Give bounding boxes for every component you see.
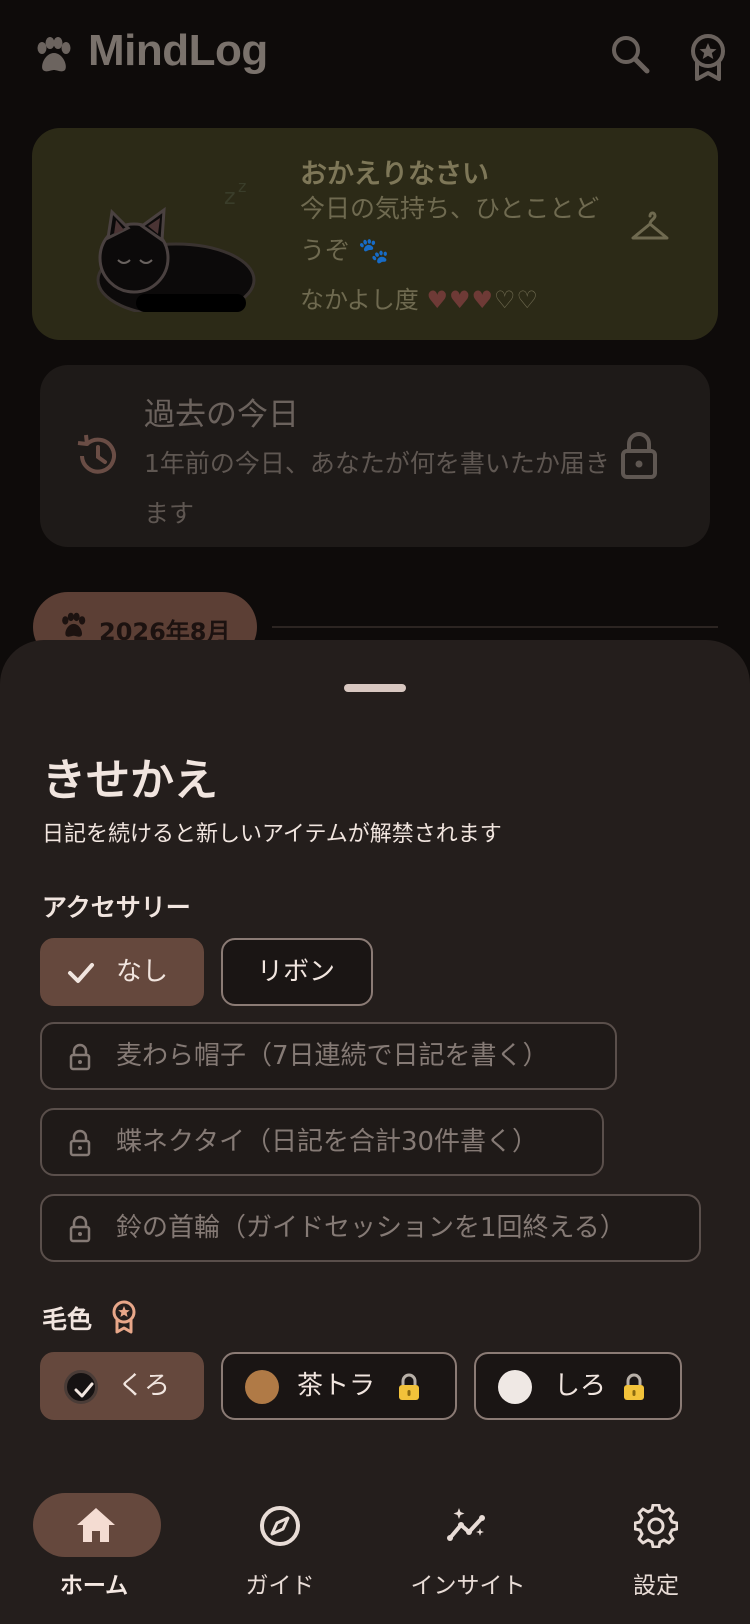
hanger-icon[interactable]	[628, 208, 672, 248]
memory-description: 1年前の今日、あなたが何を書いたか届きます	[144, 449, 610, 528]
divider	[272, 626, 718, 628]
svg-text:z: z	[238, 182, 246, 196]
affinity-hearts-full: ♥♥♥	[426, 286, 494, 314]
lock-icon	[621, 432, 657, 479]
lock-icon	[69, 1129, 91, 1157]
fur-chip-black[interactable]: くろ	[40, 1352, 204, 1420]
lock-icon	[399, 1373, 419, 1400]
paw-icon	[37, 37, 71, 72]
accessory-section-label: アクセサリー	[42, 893, 191, 922]
drag-handle[interactable]	[344, 684, 406, 692]
affinity-label: なかよし度	[300, 286, 419, 314]
paw-icon	[62, 612, 86, 637]
bottom-navigation: ホーム ガイド インサイト 設定	[0, 1460, 750, 1624]
fur-swatch	[64, 1370, 98, 1404]
accessory-chip-none[interactable]: なし	[40, 938, 204, 1006]
award-icon[interactable]	[686, 32, 730, 82]
nav-label: インサイト	[410, 1573, 526, 1599]
nav-label: ホーム	[59, 1573, 129, 1599]
nav-settings[interactable]: 設定	[566, 1460, 746, 1599]
fur-chip-white[interactable]: しろ	[474, 1352, 682, 1420]
lock-icon	[69, 1215, 91, 1243]
welcome-card[interactable]: z z おかえりなさい 今日の気持ち、ひとことどうぞ 🐾 なかよし度 ♥♥♥♡♡	[32, 128, 718, 340]
check-icon	[68, 963, 94, 983]
lock-icon	[624, 1373, 644, 1400]
welcome-title: おかえりなさい	[300, 159, 489, 190]
gear-icon	[634, 1504, 678, 1548]
accessory-chip-bell-collar[interactable]: 鈴の首輪（ガイドセッションを1回終える）	[40, 1194, 701, 1262]
dress-up-sheet: きせかえ 日記を続けると新しいアイテムが解禁されます アクセサリー なし リボン…	[0, 640, 750, 1460]
chip-label: リボン	[257, 957, 336, 987]
affinity-hearts-empty: ♡♡	[494, 286, 540, 314]
sheet-title: きせかえ	[42, 755, 218, 806]
nav-label: 設定	[633, 1573, 679, 1599]
memory-card[interactable]: 過去の今日 1年前の今日、あなたが何を書いたか届きます	[40, 365, 710, 547]
nav-guide[interactable]: ガイド	[190, 1460, 370, 1599]
app-bar: MindLog	[0, 0, 750, 112]
nav-label: ガイド	[245, 1573, 315, 1599]
accessory-chip-straw-hat[interactable]: 麦わら帽子（7日連続で日記を書く）	[40, 1022, 617, 1090]
chip-label: しろ	[554, 1371, 607, 1401]
chip-label: 蝶ネクタイ（日記を合計30件書く）	[116, 1127, 539, 1157]
chip-label: 麦わら帽子（7日連続で日記を書く）	[116, 1041, 549, 1071]
compass-icon	[260, 1506, 300, 1546]
check-icon	[74, 1382, 94, 1398]
nav-home[interactable]: ホーム	[4, 1460, 184, 1599]
history-icon	[77, 434, 116, 474]
chip-label: なし	[116, 957, 169, 987]
sheet-subtitle: 日記を続けると新しいアイテムが解禁されます	[42, 822, 502, 847]
accessory-chip-bow-tie[interactable]: 蝶ネクタイ（日記を合計30件書く）	[40, 1108, 604, 1176]
search-icon[interactable]	[608, 32, 652, 76]
memory-title: 過去の今日	[144, 397, 299, 433]
affinity-meter: なかよし度 ♥♥♥♡♡	[300, 280, 539, 315]
award-icon	[112, 1300, 136, 1334]
sleeping-cat-illustration: z z	[96, 182, 256, 312]
insights-icon	[447, 1508, 485, 1541]
home-icon	[77, 1508, 115, 1542]
accessory-chip-ribbon[interactable]: リボン	[221, 938, 373, 1006]
chip-label: 茶トラ	[297, 1371, 376, 1401]
chip-label: 鈴の首輪（ガイドセッションを1回終える）	[116, 1213, 626, 1243]
welcome-message: 今日の気持ち、ひとことどうぞ 🐾	[300, 194, 600, 265]
lock-icon	[69, 1043, 91, 1071]
fur-swatch	[498, 1370, 532, 1404]
fur-chip-tabby[interactable]: 茶トラ	[221, 1352, 457, 1420]
fur-swatch	[245, 1370, 279, 1404]
svg-text:z: z	[224, 185, 236, 210]
nav-insights[interactable]: インサイト	[378, 1460, 558, 1599]
fur-color-section-label: 毛色	[42, 1305, 93, 1334]
chip-label: くろ	[118, 1371, 171, 1401]
app-title: MindLog	[88, 26, 268, 75]
